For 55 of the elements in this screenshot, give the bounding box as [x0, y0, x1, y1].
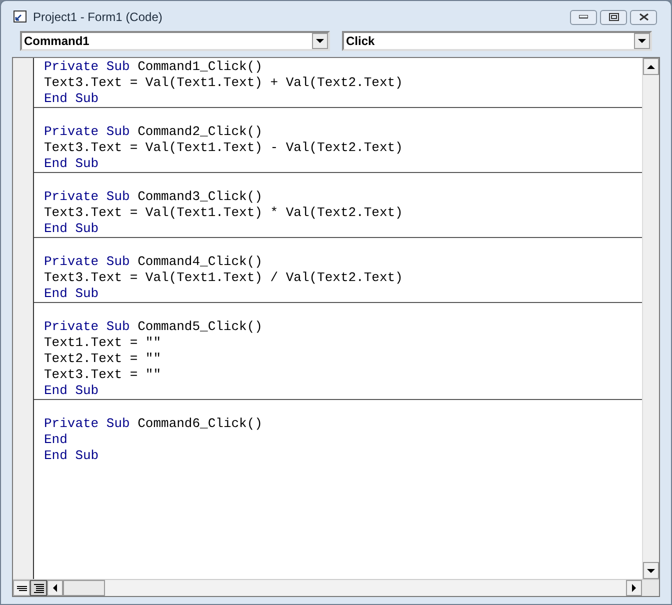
- keyword: End Sub: [44, 383, 99, 399]
- keyword: End Sub: [44, 286, 99, 302]
- up-arrow-icon: [647, 64, 655, 68]
- right-arrow-icon: [632, 584, 636, 592]
- code-text: Text3.Text = Val(Text1.Text) + Val(Text2.Text): [44, 75, 403, 91]
- code-text: Text3.Text = "": [44, 367, 162, 383]
- keyword: End Sub: [44, 448, 99, 464]
- code-text: Text3.Text = Val(Text1.Text) / Val(Text2.Text): [44, 270, 403, 286]
- procedure-dropdown[interactable]: Click: [342, 31, 652, 51]
- code-text: Text1.Text = "": [44, 335, 162, 351]
- code-text: Text3.Text = Val(Text1.Text) * Val(Text2.Text): [44, 205, 403, 221]
- minimize-icon: [579, 15, 588, 19]
- keyword: Private Sub: [44, 416, 130, 432]
- caret-icon: [316, 39, 324, 43]
- scroll-left-button[interactable]: [47, 580, 63, 596]
- code-text: Command5_Click(): [136, 319, 262, 335]
- lines-icon: [34, 584, 44, 592]
- keyword: Private Sub: [44, 189, 130, 205]
- size-grip[interactable]: [642, 580, 659, 596]
- caret-icon: [638, 39, 646, 43]
- close-button[interactable]: [630, 10, 657, 24]
- keyword: End: [44, 432, 68, 448]
- left-arrow-icon: [53, 584, 57, 592]
- maximize-button[interactable]: [600, 10, 627, 24]
- keyword: Private Sub: [44, 124, 130, 140]
- keyword: Private Sub: [44, 319, 130, 335]
- horizontal-scroll-thumb[interactable]: [63, 580, 105, 596]
- keyword: End Sub: [44, 156, 99, 172]
- code-text: Text3.Text = Val(Text1.Text) - Val(Text2.Text): [44, 140, 403, 156]
- code-text: Command4_Click(): [136, 254, 262, 270]
- code-text: Command6_Click(): [136, 416, 262, 432]
- keyword: Private Sub: [44, 254, 130, 270]
- code-text: Command1_Click(): [136, 59, 262, 75]
- procedure-view-button[interactable]: [13, 580, 30, 596]
- vertical-scrollbar[interactable]: [642, 58, 659, 579]
- scroll-right-button[interactable]: [626, 580, 642, 596]
- code-text: Text2.Text = "": [44, 351, 162, 367]
- object-value: Command1: [23, 33, 90, 50]
- code-text: Command2_Click(): [136, 124, 262, 140]
- lines-icon: [16, 584, 26, 592]
- minimize-button[interactable]: [570, 10, 597, 24]
- code-text: Command3_Click(): [136, 189, 262, 205]
- keyword: End Sub: [44, 91, 99, 107]
- keyword: Private Sub: [44, 59, 130, 75]
- window-title: Project1 - Form1 (Code): [33, 9, 162, 26]
- keyword: End Sub: [44, 221, 99, 237]
- object-dropdown[interactable]: Command1: [20, 31, 330, 51]
- code-window-icon: [13, 10, 27, 24]
- scroll-down-button[interactable]: [643, 562, 659, 579]
- close-icon: [638, 13, 648, 21]
- restore-icon: [608, 13, 618, 21]
- full-module-view-button[interactable]: [30, 580, 47, 596]
- procedure-value: Click: [345, 33, 376, 50]
- scroll-up-button[interactable]: [643, 58, 659, 75]
- down-arrow-icon: [647, 568, 655, 572]
